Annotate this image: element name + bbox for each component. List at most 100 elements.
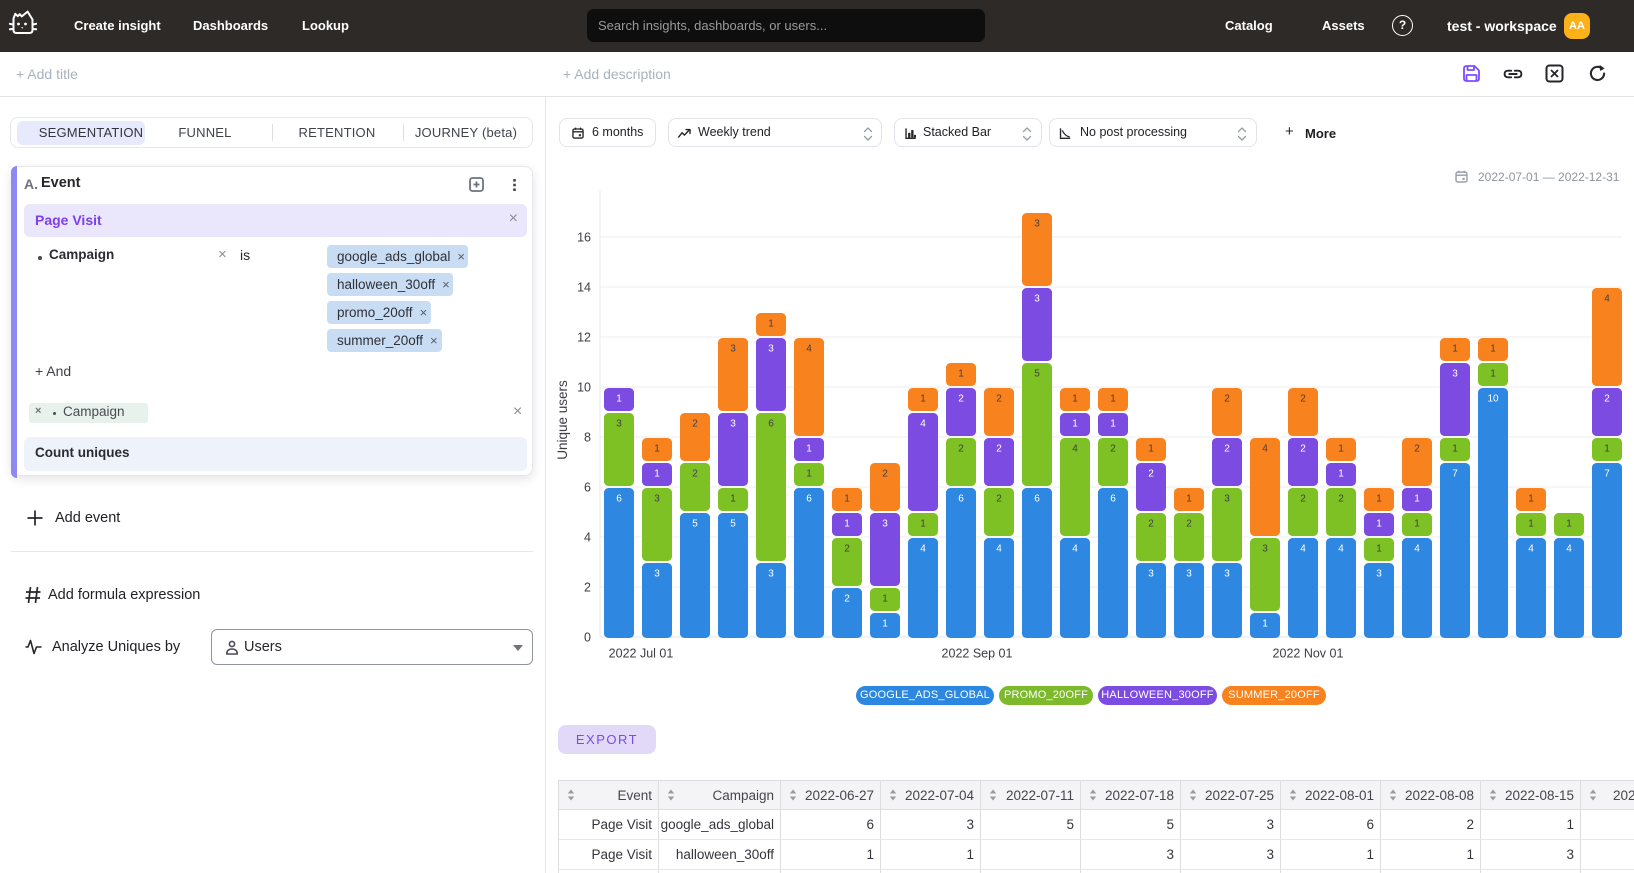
- svg-text:2022 Sep 01: 2022 Sep 01: [942, 647, 1013, 661]
- svg-text:0: 0: [584, 631, 591, 645]
- svg-text:1: 1: [1110, 419, 1116, 430]
- svg-text:4: 4: [1528, 544, 1534, 555]
- svg-text:3: 3: [730, 419, 736, 430]
- svg-text:2: 2: [1604, 394, 1610, 405]
- svg-text:3: 3: [1224, 569, 1230, 580]
- svg-text:12: 12: [577, 331, 591, 345]
- svg-text:4: 4: [1072, 544, 1078, 555]
- svg-text:1: 1: [882, 594, 888, 605]
- svg-text:1: 1: [1528, 519, 1534, 530]
- svg-text:1: 1: [1376, 494, 1382, 505]
- svg-text:2: 2: [958, 394, 964, 405]
- svg-text:1: 1: [1072, 394, 1078, 405]
- svg-text:1: 1: [1262, 619, 1268, 630]
- svg-text:3: 3: [730, 344, 736, 355]
- svg-text:1: 1: [1414, 494, 1420, 505]
- svg-text:5: 5: [1034, 369, 1040, 380]
- svg-text:1: 1: [1186, 494, 1192, 505]
- svg-text:10: 10: [1487, 394, 1499, 405]
- svg-text:1: 1: [958, 369, 964, 380]
- svg-text:3: 3: [1452, 369, 1458, 380]
- svg-text:3: 3: [654, 494, 660, 505]
- svg-text:1: 1: [1148, 444, 1154, 455]
- svg-text:4: 4: [1566, 544, 1572, 555]
- svg-text:4: 4: [584, 531, 591, 545]
- svg-text:5: 5: [692, 519, 698, 530]
- svg-text:2: 2: [1414, 444, 1420, 455]
- svg-text:1: 1: [616, 394, 622, 405]
- svg-text:3: 3: [1224, 494, 1230, 505]
- svg-text:2: 2: [692, 419, 698, 430]
- svg-text:3: 3: [882, 519, 888, 530]
- svg-text:3: 3: [768, 344, 774, 355]
- svg-text:1: 1: [1452, 344, 1458, 355]
- svg-text:6: 6: [1034, 494, 1040, 505]
- svg-text:2022 Nov 01: 2022 Nov 01: [1273, 647, 1344, 661]
- svg-text:2: 2: [1224, 394, 1230, 405]
- svg-text:2: 2: [692, 469, 698, 480]
- svg-text:1: 1: [1566, 519, 1572, 530]
- svg-text:1: 1: [1604, 444, 1610, 455]
- svg-text:6: 6: [1110, 494, 1116, 505]
- svg-text:2: 2: [996, 494, 1002, 505]
- svg-text:1: 1: [806, 469, 812, 480]
- svg-text:4: 4: [1262, 444, 1268, 455]
- svg-text:1: 1: [730, 494, 736, 505]
- svg-text:3: 3: [1376, 569, 1382, 580]
- svg-text:1: 1: [1110, 394, 1116, 405]
- svg-text:1: 1: [1376, 544, 1382, 555]
- svg-text:6: 6: [958, 494, 964, 505]
- svg-text:2: 2: [1186, 519, 1192, 530]
- svg-text:1: 1: [654, 469, 660, 480]
- svg-text:1: 1: [1528, 494, 1534, 505]
- svg-text:1: 1: [844, 519, 850, 530]
- svg-text:4: 4: [1604, 294, 1610, 305]
- svg-text:2022 Jul 01: 2022 Jul 01: [609, 647, 674, 661]
- svg-text:3: 3: [768, 569, 774, 580]
- svg-text:4: 4: [1072, 444, 1078, 455]
- svg-text:4: 4: [806, 344, 812, 355]
- svg-text:1: 1: [1414, 519, 1420, 530]
- svg-text:6: 6: [616, 494, 622, 505]
- svg-text:4: 4: [920, 419, 926, 430]
- svg-text:7: 7: [1604, 469, 1610, 480]
- svg-text:3: 3: [1186, 569, 1192, 580]
- svg-text:1: 1: [920, 394, 926, 405]
- svg-text:4: 4: [1414, 544, 1420, 555]
- svg-text:3: 3: [1034, 294, 1040, 305]
- svg-text:6: 6: [768, 419, 774, 430]
- svg-text:1: 1: [1072, 419, 1078, 430]
- svg-text:2: 2: [844, 594, 850, 605]
- svg-text:1: 1: [920, 519, 926, 530]
- svg-text:2: 2: [996, 394, 1002, 405]
- svg-text:8: 8: [584, 431, 591, 445]
- svg-text:2: 2: [584, 581, 591, 595]
- svg-text:1: 1: [806, 444, 812, 455]
- svg-text:2: 2: [1300, 494, 1306, 505]
- svg-text:3: 3: [1034, 219, 1040, 230]
- svg-text:7: 7: [1452, 469, 1458, 480]
- svg-text:1: 1: [1338, 469, 1344, 480]
- svg-text:2: 2: [1110, 444, 1116, 455]
- svg-text:4: 4: [1300, 544, 1306, 555]
- svg-text:6: 6: [584, 481, 591, 495]
- svg-text:1: 1: [654, 444, 660, 455]
- svg-text:2: 2: [1148, 519, 1154, 530]
- svg-text:2: 2: [1148, 469, 1154, 480]
- svg-text:10: 10: [577, 381, 591, 395]
- svg-text:2: 2: [1300, 394, 1306, 405]
- svg-text:1: 1: [1490, 369, 1496, 380]
- svg-text:2: 2: [844, 544, 850, 555]
- svg-text:1: 1: [768, 319, 774, 330]
- svg-text:4: 4: [996, 544, 1002, 555]
- svg-text:2: 2: [958, 444, 964, 455]
- svg-text:1: 1: [882, 619, 888, 630]
- svg-text:2: 2: [882, 469, 888, 480]
- svg-text:3: 3: [654, 569, 660, 580]
- svg-text:2: 2: [1300, 444, 1306, 455]
- svg-text:14: 14: [577, 281, 591, 295]
- svg-text:3: 3: [1148, 569, 1154, 580]
- svg-text:1: 1: [1452, 444, 1458, 455]
- svg-text:4: 4: [1338, 544, 1344, 555]
- svg-text:5: 5: [730, 519, 736, 530]
